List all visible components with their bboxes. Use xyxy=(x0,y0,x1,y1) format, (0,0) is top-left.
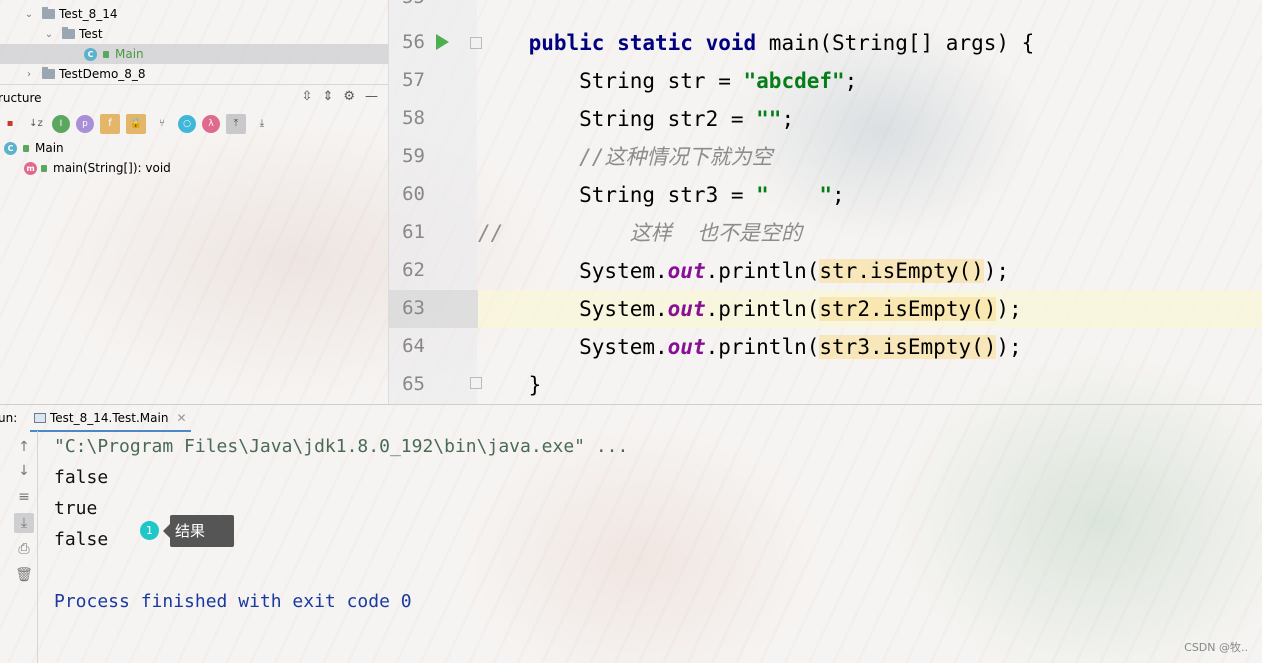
code-line: System.out.println(str.isEmpty()); xyxy=(478,259,1010,283)
line-number: 64 xyxy=(402,335,425,357)
console-line: true xyxy=(54,498,98,519)
public-modifier-icon xyxy=(23,144,29,152)
method-icon: m xyxy=(24,161,37,175)
chevron-right-icon[interactable]: › xyxy=(22,69,36,80)
line-number: 59 xyxy=(402,145,425,167)
project-tree: ⌄ Test_8_14 ⌄ Test C Main › TestDemo_8_8 xyxy=(0,0,388,84)
structure-method-node[interactable]: m main(String[]): void xyxy=(24,158,171,178)
tree-item-test-8-14[interactable]: ⌄ Test_8_14 xyxy=(0,4,388,24)
tree-item-label: Test_8_14 xyxy=(59,7,118,21)
chevron-down-icon[interactable]: ⌄ xyxy=(42,29,56,40)
structure-class-label: Main xyxy=(35,141,64,155)
run-label: un: xyxy=(0,411,18,425)
chevron-down-icon[interactable]: ⌄ xyxy=(22,9,36,20)
watermark: CSDN @牧.. xyxy=(1184,641,1248,654)
structure-toolbar: ▪ ↓z I p f 🔒 ⑂ ○ λ ⤒ ⤓ xyxy=(0,112,388,136)
run-config-icon xyxy=(34,412,46,423)
autoscroll-from-source-icon[interactable]: ⤓ xyxy=(252,114,272,134)
line-number: 65 xyxy=(402,373,425,395)
close-icon[interactable]: ✕ xyxy=(176,411,186,425)
line-number: 61 xyxy=(402,221,425,243)
package-icon xyxy=(62,27,75,39)
minimize-icon[interactable]: — xyxy=(365,89,378,104)
tree-item-test[interactable]: ⌄ Test xyxy=(0,24,388,44)
class-icon: C xyxy=(4,141,17,155)
code-line: String str3 = " "; xyxy=(478,183,845,207)
line-number: 57 xyxy=(402,69,425,91)
line-number: 62 xyxy=(402,259,425,281)
tooltip-arrow xyxy=(163,524,170,538)
show-inner-icon[interactable]: ⑂ xyxy=(152,114,172,134)
code-line: System.out.println(str2.isEmpty()); xyxy=(478,297,1022,321)
code-line: String str2 = ""; xyxy=(478,107,795,131)
console-line: false xyxy=(54,467,109,488)
structure-method-label: main(String[]): void xyxy=(53,161,171,175)
expand-all-icon[interactable]: ⇳ xyxy=(302,89,313,104)
gear-icon[interactable]: ⚙ xyxy=(343,89,355,104)
folder-icon xyxy=(42,7,55,19)
soft-wrap-icon[interactable]: ≡ xyxy=(14,487,34,507)
code-line: //这种情况下就为空 xyxy=(579,145,773,169)
code-editor[interactable]: public static void main(String[] args) {… xyxy=(478,0,1262,404)
print-icon[interactable]: ⎙ xyxy=(14,539,34,559)
structure-class-node[interactable]: C Main xyxy=(4,138,64,158)
annotation-tooltip: 结果 xyxy=(170,515,234,547)
code-line: String str = "abcdef"; xyxy=(478,69,858,93)
run-gutter-icon[interactable] xyxy=(436,34,449,50)
class-icon: C xyxy=(84,47,97,61)
code-line: // 这样 也不是空的 xyxy=(478,221,803,245)
show-lambdas-icon[interactable]: λ xyxy=(202,115,220,133)
folder-icon xyxy=(42,67,55,79)
autoscroll-to-source-icon[interactable]: ⤒ xyxy=(226,114,246,134)
structure-header: ructure ⇳ ⇕ ⚙ — xyxy=(0,84,388,110)
show-fields-icon[interactable]: f xyxy=(100,114,120,134)
line-number: 56 xyxy=(402,31,425,53)
tree-item-label: Test xyxy=(79,27,103,41)
sort-alpha-icon[interactable]: ↓z xyxy=(26,114,46,134)
collapse-all-icon[interactable]: ⇕ xyxy=(322,89,333,104)
line-number: 55 xyxy=(389,0,425,8)
run-toolbar: ↑ ↓ ≡ ⤓ ⎙ 🗑 xyxy=(0,431,38,663)
tree-item-main[interactable]: C Main xyxy=(0,44,388,64)
show-inherited-icon[interactable]: I xyxy=(52,115,70,133)
tree-item-label: TestDemo_8_8 xyxy=(59,67,146,81)
console-line: "C:\Program Files\Java\jdk1.8.0_192\bin\… xyxy=(54,436,629,457)
line-number: 58 xyxy=(402,107,425,129)
scroll-to-end-icon[interactable]: ⤓ xyxy=(14,513,34,533)
sort-visibility-icon[interactable]: ▪ xyxy=(0,114,20,134)
code-line: System.out.println(str3.isEmpty()); xyxy=(478,335,1022,359)
show-anonymous-icon[interactable]: ○ xyxy=(178,115,196,133)
structure-title: ructure xyxy=(0,90,42,105)
show-non-public-icon[interactable]: 🔒 xyxy=(126,114,146,134)
editor-gutter: 55 56 57 58 59 60 61 62 63 64 65 xyxy=(388,0,482,404)
tree-item-label: Main xyxy=(115,47,144,61)
code-line: public static void main(String[] args) { xyxy=(528,31,1035,55)
arrow-up-icon[interactable]: ↑ xyxy=(14,437,34,457)
annotation-badge: 1 xyxy=(140,521,159,540)
arrow-down-icon[interactable]: ↓ xyxy=(14,461,34,481)
code-line: } xyxy=(478,373,542,397)
trash-icon[interactable]: 🗑 xyxy=(14,565,34,585)
run-tab[interactable]: Test_8_14.Test.Main ✕ xyxy=(30,405,191,432)
public-modifier-icon xyxy=(103,50,109,58)
console-line: Process finished with exit code 0 xyxy=(54,591,412,612)
tree-item-testdemo-8-8[interactable]: › TestDemo_8_8 xyxy=(0,64,388,84)
show-properties-icon[interactable]: p xyxy=(76,115,94,133)
public-modifier-icon xyxy=(41,164,47,172)
run-tool-window-header: un: Test_8_14.Test.Main ✕ xyxy=(0,404,1262,432)
line-number: 63 xyxy=(402,297,425,319)
line-number: 60 xyxy=(402,183,425,205)
run-tab-label: Test_8_14.Test.Main xyxy=(50,410,169,425)
console-line: false xyxy=(54,529,109,550)
